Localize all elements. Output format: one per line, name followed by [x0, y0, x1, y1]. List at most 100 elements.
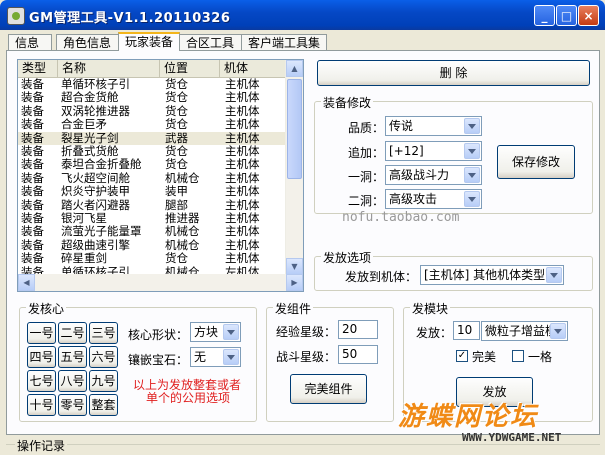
quality-label: 品质： [348, 121, 385, 135]
minimize-button[interactable]: _ [534, 5, 555, 26]
cell-name: 超合金货舱 [61, 90, 119, 105]
core-button-3[interactable]: 四号 [27, 346, 56, 368]
scroll-up-arrow[interactable]: ▲ [286, 60, 303, 77]
list-item[interactable]: 装备 单循环核子引 货仓 主机体 [18, 78, 288, 91]
cell-name: 单循环核子引 [61, 77, 130, 91]
cell-name: 双涡轮推进器 [61, 103, 130, 118]
cell-name: 踏火者闪避器 [61, 197, 130, 212]
release-target-select[interactable]: [主机体] 其他机体类型 [420, 265, 564, 285]
modify-group-label: 装备修改 [321, 94, 374, 111]
tab-info[interactable]: 信息 [8, 34, 52, 50]
module-count-input[interactable]: 10 [453, 321, 480, 340]
column-location[interactable]: 位置 [160, 60, 220, 77]
cell-name: 炽炎守护装甲 [61, 184, 130, 199]
site-logo-url: WWW.YDWGAME.NET [462, 431, 562, 444]
chevron-down-icon[interactable] [464, 143, 480, 159]
cell-location: 货仓 [165, 157, 188, 172]
core-button-4[interactable]: 五号 [58, 346, 87, 368]
core-button-10[interactable]: 零号 [58, 394, 87, 416]
slot1-value: 高级战斗力 [389, 168, 450, 182]
core-button-6[interactable]: 七号 [27, 370, 56, 392]
chevron-down-icon[interactable] [464, 118, 480, 134]
cell-body: 主机体 [225, 184, 260, 199]
list-item[interactable]: 装备 银河飞星 推进器 主机体 [18, 212, 288, 225]
chevron-down-icon[interactable] [464, 191, 480, 207]
core-button-0[interactable]: 一号 [27, 322, 56, 344]
core-button-7[interactable]: 八号 [58, 370, 87, 392]
module-type-select[interactable]: 微粒子增益模 [481, 321, 568, 341]
cell-location: 货仓 [165, 117, 188, 132]
maximize-button[interactable]: □ [556, 5, 577, 26]
perfect-checkbox[interactable]: ✓ [456, 350, 468, 362]
list-item[interactable]: 装备 炽炎守护装甲 装甲 主机体 [18, 185, 288, 198]
core-button-2[interactable]: 三号 [89, 322, 118, 344]
column-name[interactable]: 名称 [58, 60, 160, 77]
slot2-select[interactable]: 高级攻击 [385, 189, 482, 209]
scroll-down-arrow[interactable]: ▼ [286, 258, 303, 275]
cell-name: 裂星光子剑 [61, 130, 119, 145]
list-item[interactable]: 装备 流萤光子能量罩 机械仓 主机体 [18, 225, 288, 238]
chevron-down-icon[interactable] [464, 167, 480, 183]
exp-star-label: 经验星级： [276, 325, 337, 339]
cell-type: 装备 [21, 144, 44, 158]
cell-location: 货仓 [165, 251, 188, 266]
scroll-thumb[interactable] [287, 79, 302, 179]
tab-merge-tool[interactable]: 合区工具 [179, 34, 242, 50]
list-item[interactable]: 装备 踏火者闪避器 腿部 主机体 [18, 197, 288, 212]
core-button-9[interactable]: 十号 [27, 394, 56, 416]
scroll-left-arrow[interactable]: ◀ [18, 274, 35, 291]
window-title: GM管理工具-V1.1.20110326 [29, 11, 231, 26]
equipment-list[interactable]: 类型 名称 位置 机体 装备 单循环核子引 货仓 主机体 装备 超合金货舱 货仓 主机体 装备 双… [17, 59, 304, 292]
chevron-down-icon[interactable] [223, 324, 239, 340]
cell-location: 武器 [165, 130, 188, 145]
list-item[interactable]: 装备 合金巨矛 货仓 主机体 [18, 118, 288, 131]
plus-select[interactable]: [+12] [385, 141, 482, 161]
save-changes-button[interactable]: 保存修改 [497, 145, 575, 179]
slot1-select[interactable]: 高级战斗力 [385, 165, 482, 185]
core-button-5[interactable]: 六号 [89, 346, 118, 368]
list-item[interactable]: 装备 折叠式货舱 货仓 主机体 [18, 145, 288, 158]
chevron-down-icon[interactable] [223, 349, 239, 365]
scroll-right-arrow[interactable]: ▶ [286, 274, 303, 291]
horizontal-scrollbar[interactable]: ◀ ▶ [18, 274, 303, 291]
perfect-component-button[interactable]: 完美组件 [290, 374, 367, 404]
combat-star-input[interactable]: 50 [338, 345, 378, 364]
tab-role-info[interactable]: 角色信息 [56, 34, 119, 50]
cell-body: 主机体 [225, 90, 260, 105]
cell-body: 主机体 [225, 197, 260, 212]
tab-player-equipment[interactable]: 玩家装备 [118, 32, 180, 51]
module-group-label: 发模块 [410, 300, 451, 317]
quality-select[interactable]: 传说 [385, 116, 482, 136]
gem-select[interactable]: 无 [190, 347, 241, 367]
one-grid-checkbox[interactable] [512, 350, 524, 362]
core-button-11[interactable]: 整套 [89, 394, 118, 416]
list-item[interactable]: 装备 双涡轮推进器 货仓 主机体 [18, 103, 288, 118]
slot2-label: 二洞： [348, 194, 385, 208]
core-button-8[interactable]: 九号 [89, 370, 118, 392]
delete-button[interactable]: 删 除 [317, 60, 590, 86]
log-divider [6, 444, 600, 445]
cell-name: 超级曲速引擎 [61, 237, 130, 252]
vertical-scrollbar[interactable]: ▲ ▼ [285, 60, 303, 275]
list-item[interactable]: 装备 飞火超空间舱 机械仓 主机体 [18, 170, 288, 185]
component-group-label: 发组件 [273, 300, 314, 317]
exp-star-input[interactable]: 20 [338, 320, 378, 339]
list-item[interactable]: 装备 泰坦合金折叠舱 货仓 主机体 [18, 158, 288, 171]
column-type[interactable]: 类型 [18, 60, 58, 77]
cell-body: 主机体 [225, 170, 260, 185]
list-item[interactable]: 装备 超级曲速引擎 机械仓 主机体 [18, 237, 288, 252]
column-body[interactable]: 机体 [220, 60, 288, 77]
chevron-down-icon[interactable] [550, 323, 566, 339]
list-item[interactable]: 装备 碎星重剑 货仓 主机体 [18, 252, 288, 265]
list-header: 类型 名称 位置 机体 [18, 60, 288, 78]
chevron-down-icon[interactable] [546, 267, 562, 283]
close-button[interactable]: × [578, 5, 599, 26]
list-item[interactable]: 装备 超合金货舱 货仓 主机体 [18, 91, 288, 104]
tab-client-tools[interactable]: 客户端工具集 [241, 34, 327, 50]
core-button-1[interactable]: 二号 [58, 322, 87, 344]
list-item[interactable]: 装备 裂星光子剑 武器 主机体 [18, 130, 288, 145]
watermark-text: nofu.taobao.com [342, 210, 460, 225]
cell-body: 主机体 [225, 224, 260, 239]
cell-location: 货仓 [165, 103, 188, 118]
core-shape-select[interactable]: 方块 [190, 322, 241, 342]
